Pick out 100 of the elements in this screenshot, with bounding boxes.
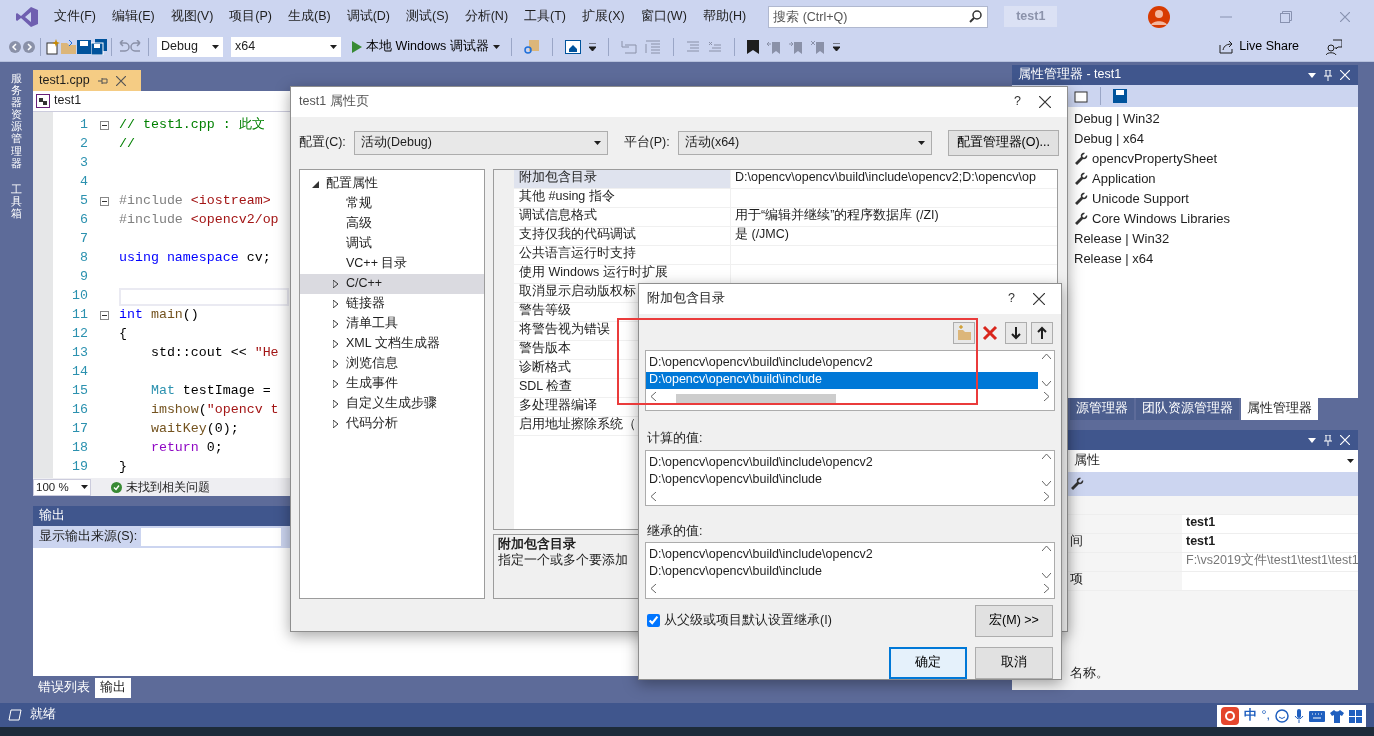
- menu-item[interactable]: 视图(V): [162, 8, 222, 25]
- add-sheet-icon[interactable]: [1074, 89, 1088, 103]
- tree-item[interactable]: 常规: [346, 196, 372, 212]
- menu-item[interactable]: 项目(P): [221, 8, 280, 25]
- tree-item[interactable]: Release | Win32: [1074, 229, 1358, 249]
- toolbox-icon[interactable]: [1349, 709, 1362, 723]
- configuration-select[interactable]: 活动(Debug): [353, 131, 608, 155]
- tree-item[interactable]: 自定义生成步骤: [346, 396, 437, 412]
- skin-icon[interactable]: [1330, 709, 1344, 723]
- scroll-up-icon[interactable]: [1041, 545, 1051, 552]
- tree-item[interactable]: Debug | x64: [1074, 129, 1358, 149]
- list-item[interactable]: D:\opencv\opencv\build\include: [646, 371, 1038, 389]
- panel-tab[interactable]: 错误列表: [33, 678, 95, 698]
- property-name[interactable]: 调试信息格式: [519, 208, 597, 222]
- move-up-icon[interactable]: [1031, 321, 1053, 344]
- open-folder-icon[interactable]: [61, 40, 77, 54]
- platform-dropdown[interactable]: x64: [231, 37, 341, 57]
- tree-item[interactable]: 调试: [346, 236, 372, 252]
- configuration-dropdown[interactable]: Debug: [157, 37, 223, 57]
- live-share-button[interactable]: Live Share: [1216, 39, 1302, 55]
- scroll-up-icon[interactable]: [1041, 452, 1051, 459]
- help-button[interactable]: ?: [996, 94, 1039, 110]
- search-field[interactable]: 搜索 (Ctrl+Q): [768, 5, 989, 28]
- document-tab[interactable]: test1.cpp: [33, 70, 141, 91]
- tree-item[interactable]: 清单工具: [346, 316, 398, 332]
- property-name[interactable]: 使用 Windows 运行时扩展: [519, 265, 668, 279]
- menu-item[interactable]: 扩展(X): [574, 8, 633, 25]
- list-item[interactable]: D:\opencv\opencv\build\include\opencv2: [646, 354, 1038, 372]
- panel-tab[interactable]: 源管理器: [1070, 398, 1134, 420]
- property-name[interactable]: 警告等级: [519, 303, 571, 317]
- scroll-thumb[interactable]: [676, 394, 836, 405]
- collapsed-icon[interactable]: [332, 360, 338, 368]
- ime-logo-icon[interactable]: [1220, 707, 1239, 725]
- close-icon[interactable]: [1039, 96, 1051, 108]
- scroll-right-icon[interactable]: [1044, 491, 1050, 501]
- fold-toggle[interactable]: [100, 121, 109, 130]
- ime-punctuation[interactable]: °,: [1261, 708, 1270, 724]
- side-tab[interactable]: 工具箱: [10, 180, 23, 222]
- move-down-icon[interactable]: [1005, 321, 1027, 344]
- save-icon[interactable]: [77, 40, 91, 54]
- caret-icon[interactable]: [593, 141, 601, 145]
- ok-button[interactable]: 确定: [889, 647, 967, 679]
- property-name[interactable]: SDL 检查: [519, 379, 573, 393]
- back-icon[interactable]: [8, 40, 22, 54]
- menu-item[interactable]: 帮助(H): [694, 8, 755, 25]
- scroll-down-icon[interactable]: [1041, 380, 1051, 387]
- object-dropdown[interactable]: 属性: [1070, 450, 1358, 472]
- property-name[interactable]: 多处理器编译: [519, 398, 597, 412]
- tree-item[interactable]: VC++ 目录: [346, 256, 408, 272]
- platform-select[interactable]: 活动(x64): [677, 131, 932, 155]
- feedback-icon[interactable]: [1326, 39, 1342, 55]
- bookmark-icon[interactable]: [746, 40, 759, 54]
- cancel-button[interactable]: 取消: [975, 647, 1053, 679]
- pin-icon[interactable]: [97, 75, 108, 86]
- panel-tab[interactable]: 团队资源管理器: [1136, 398, 1239, 420]
- dropdown-icon[interactable]: [1308, 72, 1316, 78]
- caret-icon[interactable]: [81, 485, 88, 489]
- menu-item[interactable]: 生成(B): [280, 8, 339, 25]
- avatar[interactable]: [1148, 5, 1170, 28]
- microphone-icon[interactable]: [1294, 709, 1304, 723]
- tree-item[interactable]: Debug | Win32: [1074, 109, 1358, 129]
- collapsed-icon[interactable]: [332, 280, 338, 288]
- tree-item[interactable]: 浏览信息: [346, 356, 398, 372]
- find-in-files-icon[interactable]: [523, 39, 540, 55]
- panel-tab[interactable]: 输出: [95, 678, 131, 698]
- scope-label[interactable]: test1: [54, 93, 82, 109]
- property-name[interactable]: 诊断格式: [519, 360, 571, 374]
- new-project-icon[interactable]: [45, 39, 61, 55]
- emoji-icon[interactable]: [1275, 709, 1289, 723]
- collapsed-icon[interactable]: [332, 400, 338, 408]
- collapsed-icon[interactable]: [332, 340, 338, 348]
- property-name[interactable]: 警告版本: [519, 341, 571, 355]
- menu-item[interactable]: 文件(F): [46, 8, 104, 25]
- menu-item[interactable]: 测试(S): [398, 8, 457, 25]
- dropdown-icon[interactable]: [1308, 437, 1316, 443]
- collapsed-icon[interactable]: [332, 300, 338, 308]
- scroll-right-icon[interactable]: [1044, 391, 1050, 401]
- menu-item[interactable]: 分析(N): [456, 8, 517, 25]
- checkbox-label[interactable]: 从父级或项目默认设置继承(I): [664, 613, 832, 629]
- tree-item[interactable]: XML 文档生成器: [346, 336, 440, 352]
- property-name[interactable]: 支持仅我的代码调试: [519, 227, 636, 241]
- scroll-left-icon[interactable]: [650, 491, 656, 501]
- tree-item[interactable]: opencvPropertySheet: [1074, 149, 1358, 169]
- tree-item[interactable]: 配置属性: [326, 176, 378, 192]
- tree-item[interactable]: 代码分析: [346, 416, 398, 432]
- side-tab[interactable]: 服务器资源管理器: [10, 70, 23, 171]
- caret-icon[interactable]: [330, 45, 337, 49]
- tree-item[interactable]: 生成事件: [346, 376, 398, 392]
- caret-icon[interactable]: [492, 45, 500, 49]
- property-name[interactable]: 启用地址擦除系统（: [519, 417, 636, 431]
- panel-tab[interactable]: 属性管理器: [1241, 398, 1318, 420]
- property-name[interactable]: 取消显示启动版权标: [519, 284, 636, 298]
- save-icon[interactable]: [1113, 89, 1127, 103]
- pin-icon[interactable]: [1324, 69, 1332, 81]
- tree-item[interactable]: Application: [1074, 169, 1358, 189]
- home-window-icon[interactable]: [564, 40, 581, 54]
- ime-mode[interactable]: 中: [1243, 708, 1257, 724]
- save-all-icon[interactable]: [91, 39, 107, 55]
- scroll-right-icon[interactable]: [1044, 584, 1050, 594]
- scroll-left-icon[interactable]: [650, 391, 656, 401]
